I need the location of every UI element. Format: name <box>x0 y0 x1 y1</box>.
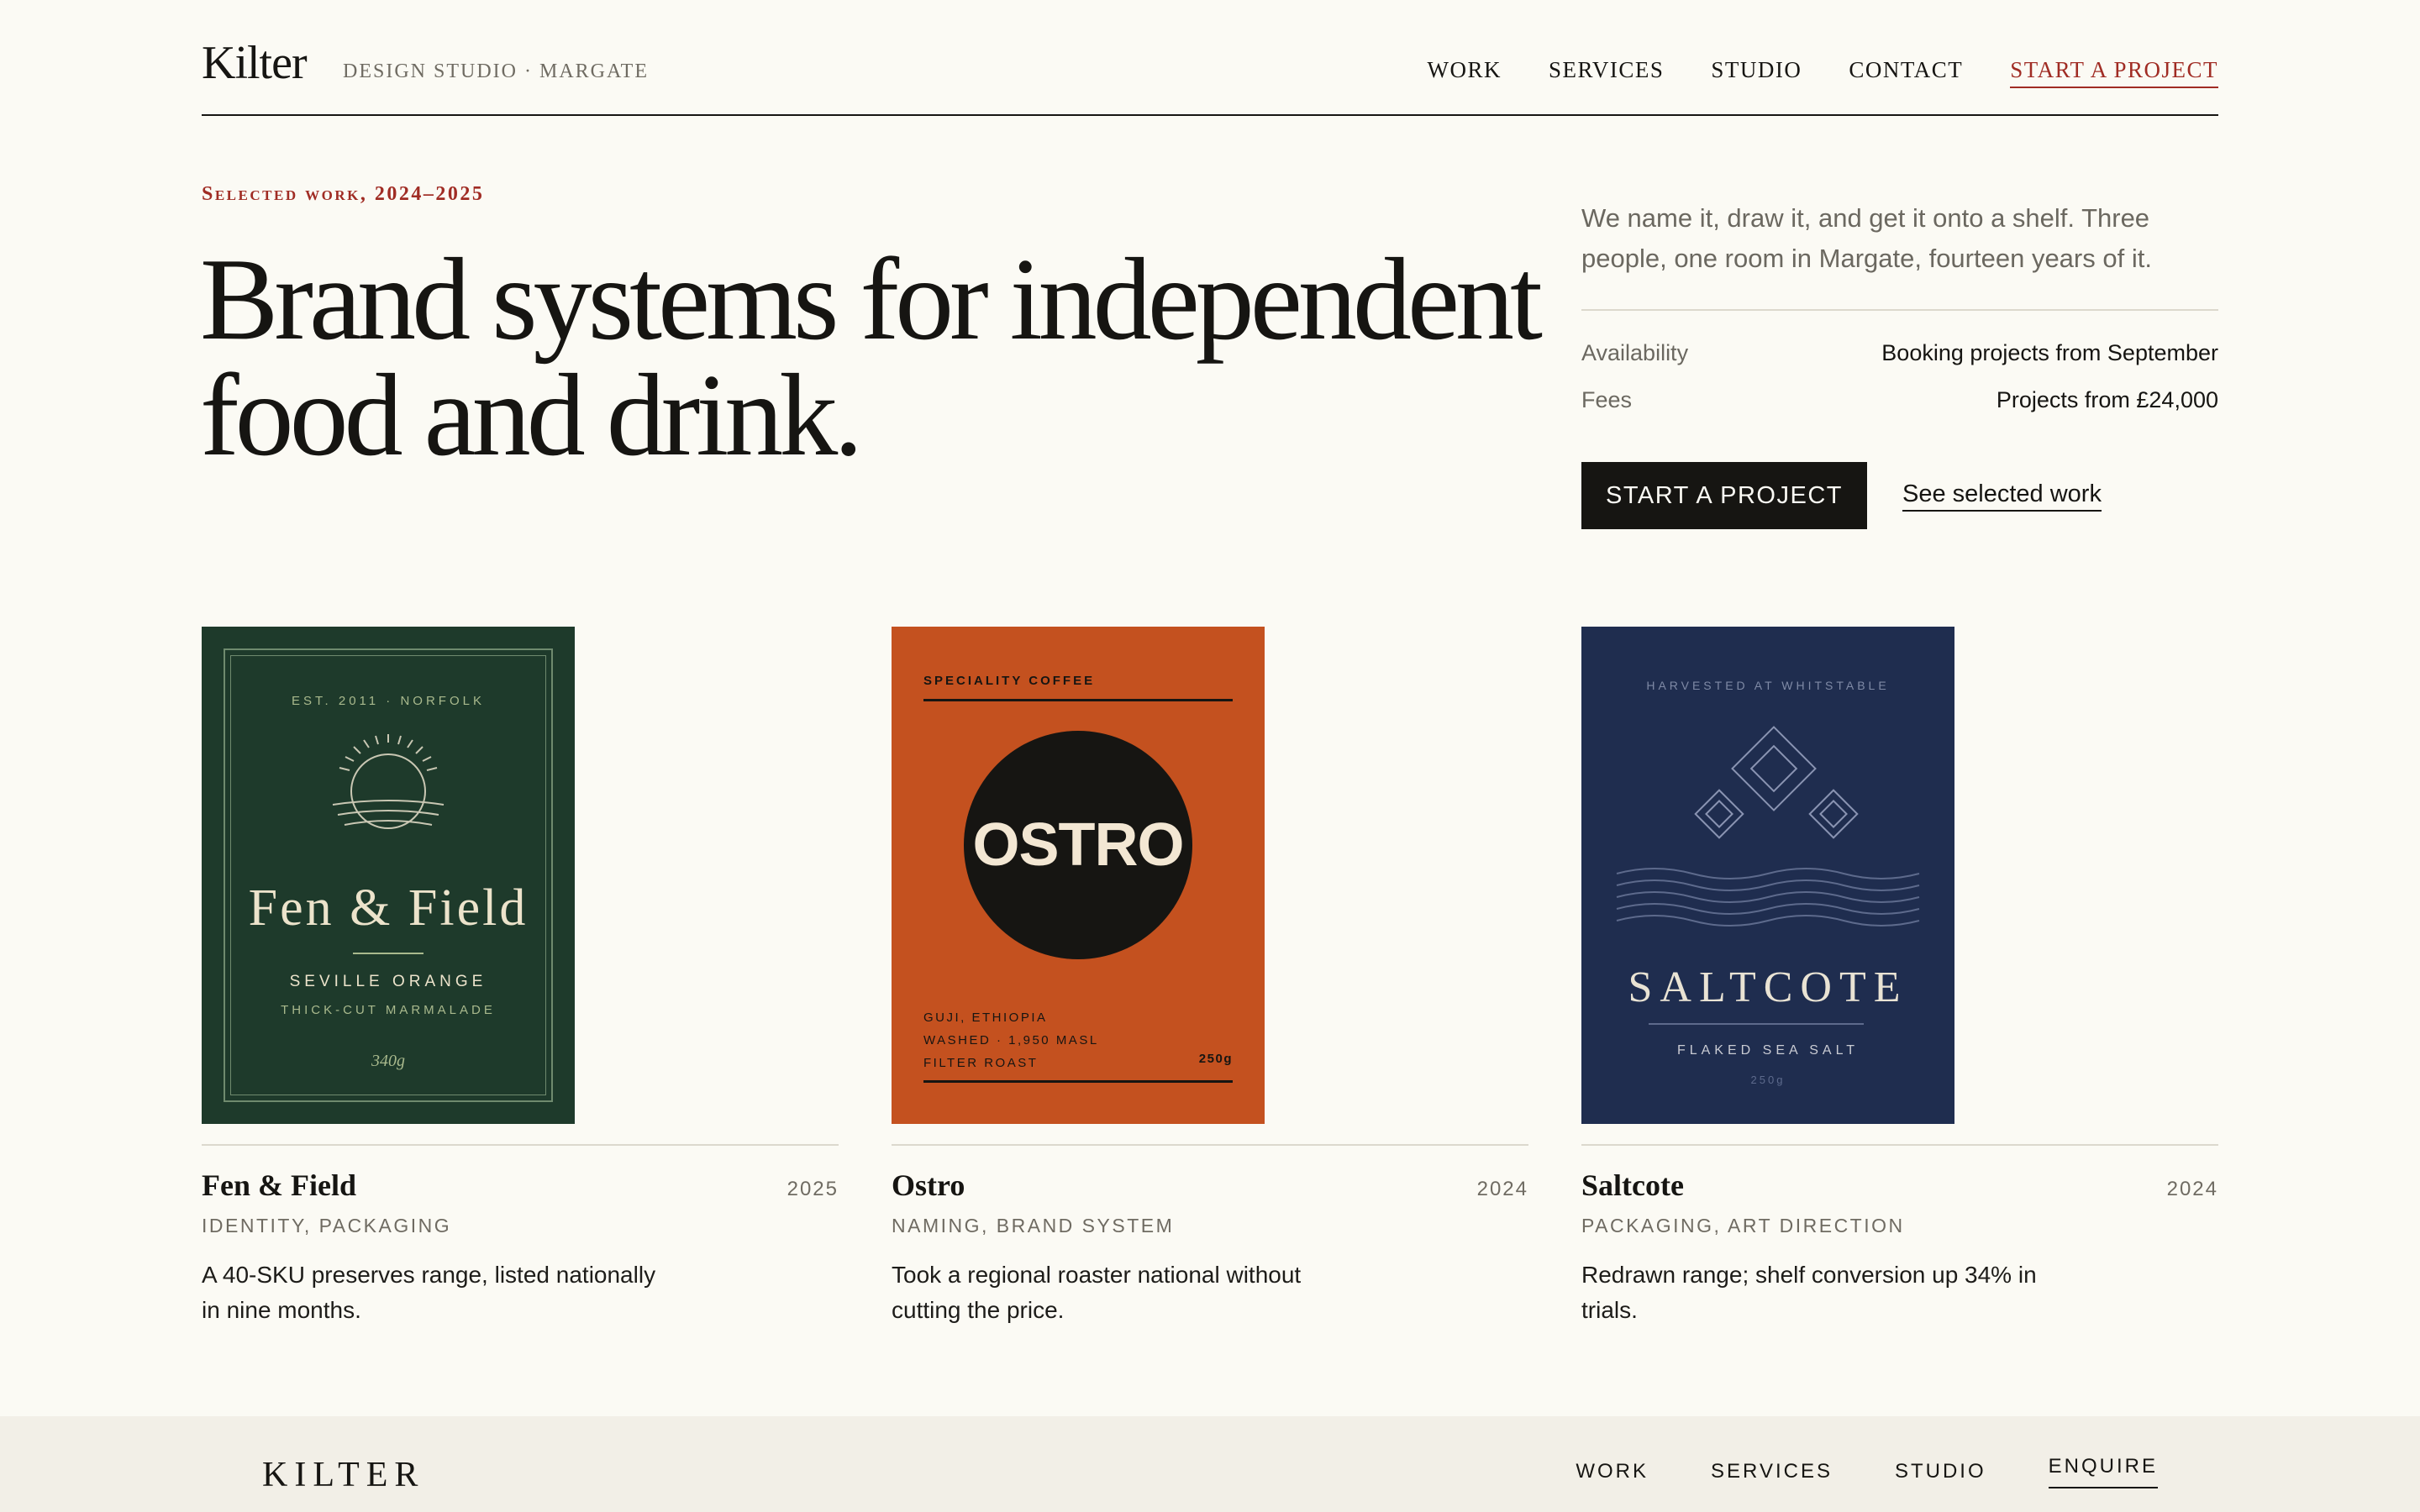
nav-link-studio[interactable]: STUDIO <box>1711 55 1802 88</box>
card-divider <box>202 1144 839 1146</box>
info-row-availability: Availability Booking projects from Septe… <box>1581 339 2218 366</box>
label-top-text: SPECIALITY COFFEE <box>923 674 1096 688</box>
footer-logo[interactable]: KILTER <box>262 1455 424 1495</box>
label-weight: 340g <box>371 1052 405 1070</box>
footer-link-work[interactable]: WORK <box>1576 1460 1649 1488</box>
footer-link-enquire[interactable]: ENQUIRE <box>2048 1455 2158 1488</box>
site-header: Kilter DESIGN STUDIO · MARGATE WORK SERV… <box>202 34 2218 116</box>
project-title[interactable]: Ostro <box>892 1168 965 1203</box>
project-title[interactable]: Fen & Field <box>202 1168 356 1203</box>
project-card-ostro[interactable]: SPECIALITY COFFEE OSTRO GUJI, ETHIOPIA W… <box>892 627 1528 1328</box>
project-image-fen-field[interactable]: EST. 2011 · NORFOLK Fen & Field SEVILLE … <box>202 627 575 1124</box>
project-year: 2024 <box>2166 1178 2218 1200</box>
project-image-saltcote[interactable]: HARVESTED AT WHITSTABLE SALTCOTE FLAKED … <box>1581 627 1954 1124</box>
cta-row: START A PROJECT See selected work <box>1581 462 2218 529</box>
label-process: WASHED · 1,950 MASL <box>923 1033 1099 1047</box>
hero-sidebar: We name it, draw it, and get it onto a s… <box>1581 198 2218 529</box>
project-image-ostro[interactable]: SPECIALITY COFFEE OSTRO GUJI, ETHIOPIA W… <box>892 627 1265 1124</box>
label-variant: THICK-CUT MARMALADE <box>281 1003 496 1017</box>
footer-link-studio[interactable]: STUDIO <box>1895 1460 1986 1488</box>
nav-link-contact[interactable]: CONTACT <box>1849 55 1963 88</box>
card-header: Saltcote 2024 <box>1581 1168 2218 1203</box>
project-description: Took a regional roaster national without… <box>892 1262 1302 1323</box>
info-value: Booking projects from September <box>1881 340 2218 365</box>
label-brand: Fen & Field <box>248 879 529 937</box>
label-rule <box>353 953 424 954</box>
label-brand: SALTCOTE <box>1628 963 1908 1011</box>
label-rule <box>1649 1023 1864 1025</box>
start-project-button[interactable]: START A PROJECT <box>1581 462 1867 529</box>
salt-crystal-waves-icon <box>1616 726 1920 927</box>
info-value: Projects from £24,000 <box>1996 387 2218 412</box>
label-product: FLAKED SEA SALT <box>1676 1043 1860 1058</box>
label-frame-inner <box>230 655 546 1095</box>
label-rule-bottom <box>923 1080 1233 1083</box>
project-description: Redrawn range; shelf conversion up 34% i… <box>1581 1262 2037 1323</box>
project-description: A 40-SKU preserves range, listed nationa… <box>202 1262 656 1323</box>
hero-description: We name it, draw it, and get it onto a s… <box>1581 203 2152 273</box>
project-title[interactable]: Saltcote <box>1581 1168 1684 1203</box>
label-brand: OSTRO <box>972 811 1184 879</box>
project-tags: PACKAGING, ART DIRECTION <box>1581 1215 1905 1236</box>
main-nav: WORK SERVICES STUDIO CONTACT START A PRO… <box>1428 55 2218 89</box>
hero-title: Brand systems for independent food and d… <box>200 234 1543 480</box>
footer-nav: WORK SERVICES STUDIO ENQUIRE <box>1576 1455 2158 1488</box>
label-est-text: EST. 2011 · NORFOLK <box>292 694 485 708</box>
card-header: Ostro 2024 <box>892 1168 1528 1203</box>
divider <box>1581 309 2218 311</box>
project-year: 2025 <box>786 1178 839 1200</box>
info-row-fees: Fees Projects from £24,000 <box>1581 386 2218 413</box>
nav-start-project-link[interactable]: START A PROJECT <box>2010 55 2218 89</box>
label-product: SEVILLE ORANGE <box>289 973 487 990</box>
card-divider <box>892 1144 1528 1146</box>
label-roast: FILTER ROAST <box>923 1056 1039 1070</box>
sun-horizon-icon <box>332 734 445 829</box>
project-tags: IDENTITY, PACKAGING <box>202 1215 452 1236</box>
label-origin: GUJI, ETHIOPIA <box>923 1011 1048 1025</box>
card-header: Fen & Field 2025 <box>202 1168 839 1203</box>
project-year: 2024 <box>1476 1178 1528 1200</box>
label-weight: 250g <box>1198 1052 1233 1066</box>
footer-link-services[interactable]: SERVICES <box>1711 1460 1833 1488</box>
nav-link-services[interactable]: SERVICES <box>1549 55 1664 88</box>
info-label: Fees <box>1581 387 1633 412</box>
label-circle: OSTRO <box>964 731 1192 959</box>
label-top-text: HARVESTED AT WHITSTABLE <box>1646 679 1890 692</box>
project-card-saltcote[interactable]: HARVESTED AT WHITSTABLE SALTCOTE FLAKED … <box>1581 627 2218 1328</box>
label-rule <box>923 699 1233 701</box>
tagline: DESIGN STUDIO · MARGATE <box>343 60 649 82</box>
project-card-fen-field[interactable]: EST. 2011 · NORFOLK Fen & Field SEVILLE … <box>202 627 839 1328</box>
see-selected-work-link[interactable]: See selected work <box>1902 480 2102 512</box>
project-tags: NAMING, BRAND SYSTEM <box>892 1215 1175 1236</box>
label-weight: 250g <box>1750 1074 1786 1086</box>
nav-link-work[interactable]: WORK <box>1428 55 1502 88</box>
logo[interactable]: Kilter <box>202 34 308 92</box>
label-meta: GUJI, ETHIOPIA WASHED · 1,950 MASL FILTE… <box>923 1006 1099 1074</box>
hero-eyebrow: Selected work, 2024–2025 <box>202 183 485 205</box>
site-footer: KILTER WORK SERVICES STUDIO ENQUIRE <box>0 1416 2420 1512</box>
card-divider <box>1581 1144 2218 1146</box>
info-label: Availability <box>1581 340 1689 365</box>
